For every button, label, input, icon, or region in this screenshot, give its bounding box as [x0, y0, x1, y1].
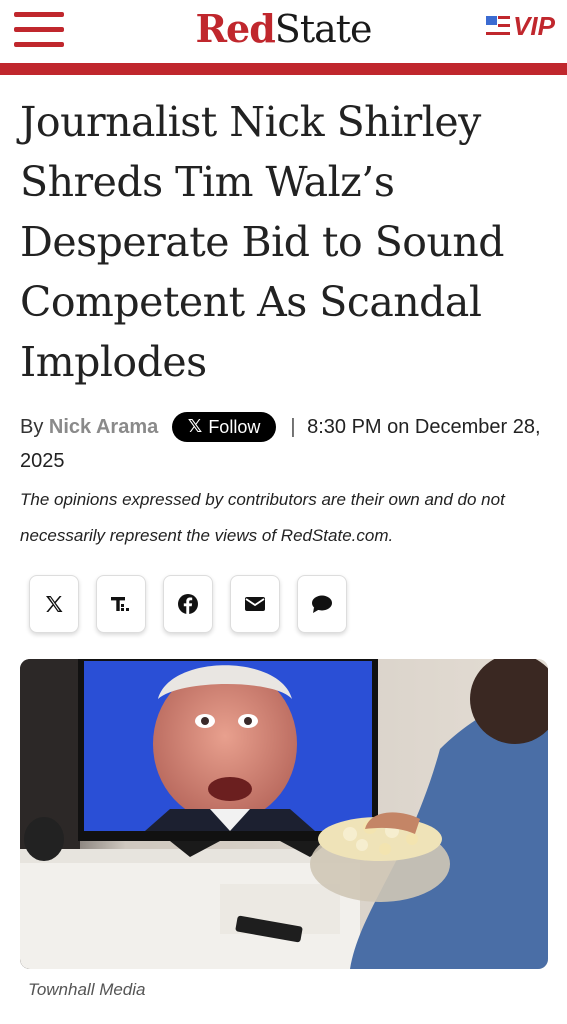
vip-label: VIP: [513, 10, 555, 41]
article-hero-image: [20, 659, 548, 969]
header-divider: [0, 63, 567, 75]
share-email-button[interactable]: [230, 575, 280, 633]
share-facebook-button[interactable]: [163, 575, 213, 633]
site-header: RedState VIP: [0, 0, 567, 62]
byline: By Nick Arama 𝕏 Follow | 8:30 PM on Decemb…: [20, 410, 550, 478]
opinion-disclaimer: The opinions expressed by contributors a…: [20, 490, 505, 545]
follow-label: Follow: [208, 417, 261, 437]
email-icon: [245, 597, 265, 611]
byline-separator: |: [290, 416, 296, 438]
article-headline: Journalist Nick Shirley Shreds Tim Walz’…: [20, 98, 505, 386]
townhall-icon: [111, 597, 129, 611]
logo-dark-text: State: [274, 7, 373, 51]
x-logo-icon: 𝕏: [187, 416, 203, 437]
share-townhall-button[interactable]: [96, 575, 146, 633]
by-label: By: [20, 416, 44, 438]
share-comment-button[interactable]: [297, 575, 347, 633]
author-link[interactable]: Nick Arama: [49, 416, 158, 438]
x-icon: [46, 596, 63, 612]
flag-icon: [486, 16, 511, 36]
x-follow-button[interactable]: 𝕏 Follow: [171, 412, 277, 442]
vip-link[interactable]: VIP: [486, 10, 555, 41]
share-bar: [29, 575, 347, 633]
hero-photo-illustration: [20, 659, 548, 969]
logo-red-text: Red: [195, 6, 275, 51]
redstate-logo[interactable]: RedState: [0, 4, 567, 54]
facebook-icon: [178, 594, 198, 614]
comment-icon: [312, 595, 332, 613]
image-caption: Townhall Media: [28, 980, 146, 999]
share-x-button[interactable]: [29, 575, 79, 633]
